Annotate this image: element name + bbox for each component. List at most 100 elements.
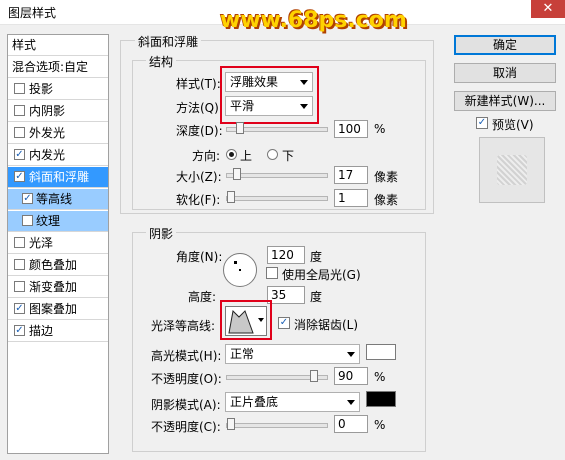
styles-header: 样式 [8, 35, 108, 56]
chevron-down-icon [347, 352, 355, 357]
blend-options-item[interactable]: 混合选项:自定 [8, 57, 108, 78]
style-item-checkbox[interactable]: ✓ [22, 193, 33, 204]
depth-input[interactable]: 100 [334, 120, 368, 138]
direction-down-radio[interactable] [267, 149, 278, 160]
angle-dial[interactable] [223, 253, 257, 287]
highlight-color-swatch[interactable] [366, 344, 396, 360]
style-item-checkbox[interactable] [14, 105, 25, 116]
soften-label: 软化(F): [176, 193, 221, 207]
shadow-opacity-thumb[interactable] [227, 418, 235, 430]
angle-dial-center-icon [239, 269, 241, 271]
style-item-checkbox[interactable]: ✓ [14, 325, 25, 336]
style-item[interactable]: 投影 [8, 79, 108, 100]
size-slider[interactable] [226, 168, 328, 180]
shadow-opacity-unit: % [374, 418, 386, 432]
style-item-label: 纹理 [36, 214, 61, 228]
style-label: 样式(T): [176, 77, 221, 91]
style-item-checkbox[interactable] [14, 83, 25, 94]
size-unit: 像素 [374, 170, 399, 184]
angle-label: 角度(N): [176, 250, 223, 264]
chevron-down-icon [347, 400, 355, 405]
anti-aliased-checkbox[interactable]: ✓ [278, 317, 290, 329]
style-item-label: 颜色叠加 [29, 258, 78, 272]
style-item-label: 外发光 [29, 126, 66, 140]
highlight-opacity-slider[interactable] [226, 370, 328, 382]
angle-dial-light-icon [234, 261, 237, 264]
new-style-button[interactable]: 新建样式(W)... [454, 91, 556, 111]
style-item[interactable]: 渐变叠加 [8, 277, 108, 298]
altitude-label: 高度: [188, 290, 217, 304]
global-light-label: 使用全局光(G) [282, 268, 361, 282]
size-input[interactable]: 17 [334, 166, 368, 184]
ok-button[interactable]: 确定 [454, 35, 556, 55]
depth-slider-thumb[interactable] [236, 122, 244, 134]
style-item-label: 光泽 [29, 236, 54, 250]
anti-aliased-label: 消除锯齿(L) [294, 318, 359, 332]
shadow-opacity-input[interactable]: 0 [334, 415, 368, 433]
altitude-unit: 度 [310, 290, 323, 304]
style-item-checkbox[interactable] [14, 237, 25, 248]
style-item[interactable]: ✓ 斜面和浮雕 [8, 167, 108, 188]
style-item-label: 描边 [29, 324, 54, 338]
soften-slider-thumb[interactable] [227, 191, 235, 203]
style-item[interactable]: 外发光 [8, 123, 108, 144]
style-item[interactable]: ✓ 图案叠加 [8, 299, 108, 320]
style-item[interactable]: ✓ 等高线 [8, 189, 108, 210]
shadow-mode-label: 阴影模式(A): [151, 398, 221, 412]
highlight-mode-label: 高光模式(H): [151, 349, 222, 363]
angle-unit: 度 [310, 250, 323, 264]
direction-label: 方向: [192, 149, 221, 163]
depth-slider[interactable] [226, 122, 328, 134]
shadow-color-swatch[interactable] [366, 391, 396, 407]
bevel-section-title: 斜面和浮雕 [135, 33, 202, 50]
styles-list: 样式 混合选项:自定 投影内阴影外发光 ✓ 内发光 ✓ 斜面和浮雕 ✓ 等高线纹理光泽颜色叠… [7, 34, 109, 454]
depth-unit: % [374, 122, 386, 136]
shadow-opacity-label: 不透明度(C): [151, 420, 221, 434]
depth-label: 深度(D): [176, 124, 223, 138]
highlight-opacity-unit: % [374, 370, 386, 384]
direction-up-radio[interactable] [226, 149, 237, 160]
style-item-checkbox[interactable] [14, 259, 25, 270]
preview-label: 预览(V) [492, 118, 534, 132]
style-item-checkbox[interactable]: ✓ [14, 149, 25, 160]
style-item-label: 渐变叠加 [29, 280, 78, 294]
size-label: 大小(Z): [176, 170, 222, 184]
style-item-label: 斜面和浮雕 [29, 170, 90, 184]
angle-input[interactable]: 120 [267, 246, 305, 264]
close-button[interactable]: ✕ [531, 0, 565, 18]
style-item-checkbox[interactable]: ✓ [14, 171, 25, 182]
technique-label: 方法(Q): [176, 101, 223, 115]
soften-slider[interactable] [226, 191, 328, 203]
style-item[interactable]: 纹理 [8, 211, 108, 232]
altitude-input[interactable]: 35 [267, 286, 305, 304]
style-item-checkbox[interactable] [14, 281, 25, 292]
highlight-mode-select[interactable]: 正常 [225, 344, 360, 364]
style-item-label: 图案叠加 [29, 302, 78, 316]
cancel-button[interactable]: 取消 [454, 63, 556, 83]
shadow-mode-select[interactable]: 正片叠底 [225, 392, 360, 412]
style-item[interactable]: ✓ 描边 [8, 321, 108, 342]
soften-input[interactable]: 1 [334, 189, 368, 207]
style-item-label: 内阴影 [29, 104, 66, 118]
global-light-checkbox[interactable] [266, 267, 278, 279]
direction-up-label: 上 [240, 149, 253, 163]
style-item-checkbox[interactable] [14, 127, 25, 138]
shadow-opacity-slider[interactable] [226, 418, 328, 430]
direction-down-label: 下 [282, 149, 295, 163]
style-preview-thumbnail [479, 137, 545, 203]
preview-swatch [497, 155, 527, 185]
shading-title: 阴影 [146, 225, 177, 242]
preview-checkbox[interactable]: ✓ [476, 117, 488, 129]
style-item-checkbox[interactable]: ✓ [14, 303, 25, 314]
style-item[interactable]: 颜色叠加 [8, 255, 108, 276]
size-slider-thumb[interactable] [233, 168, 241, 180]
highlight-opacity-thumb[interactable] [310, 370, 318, 382]
style-item-checkbox[interactable] [22, 215, 33, 226]
soften-unit: 像素 [374, 193, 399, 207]
style-item[interactable]: ✓ 内发光 [8, 145, 108, 166]
style-item-label: 内发光 [29, 148, 66, 162]
highlight-opacity-input[interactable]: 90 [334, 367, 368, 385]
style-item[interactable]: 光泽 [8, 233, 108, 254]
style-item[interactable]: 内阴影 [8, 101, 108, 122]
style-item-label: 投影 [29, 82, 54, 96]
